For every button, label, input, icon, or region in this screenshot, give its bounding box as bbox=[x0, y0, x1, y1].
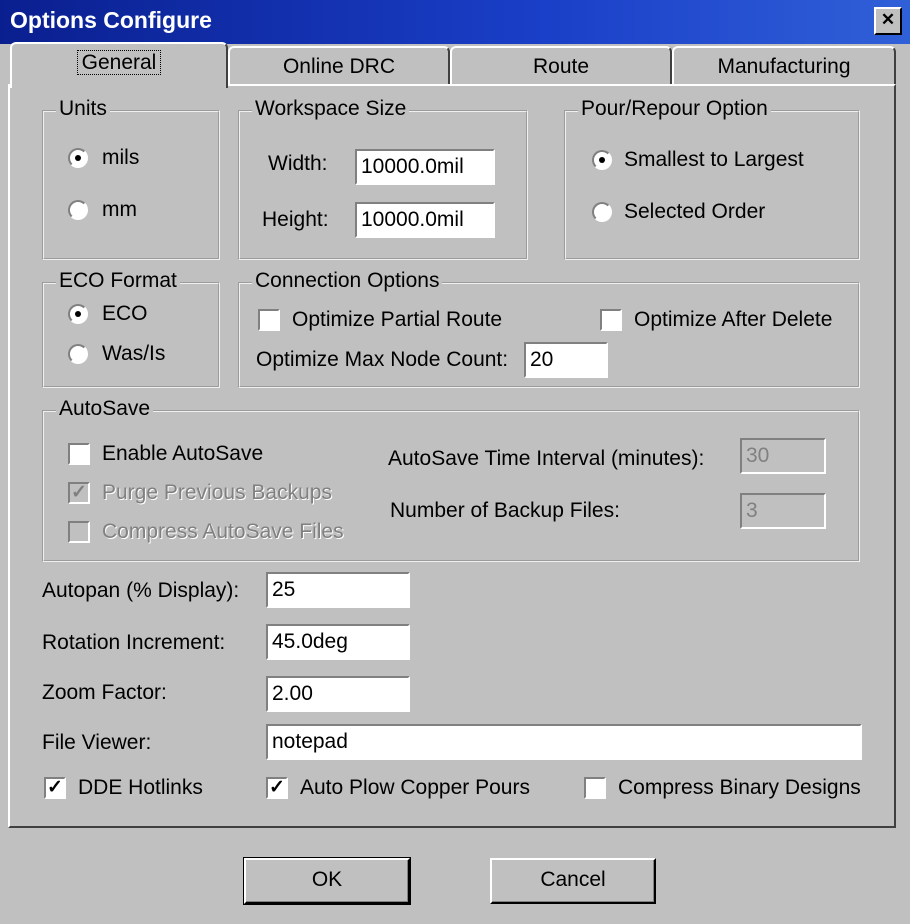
compress-binary-checkbox[interactable] bbox=[584, 777, 606, 799]
units-group bbox=[42, 110, 220, 260]
eco-wasis-label: Was/Is bbox=[102, 342, 166, 365]
auto-plow-checkbox[interactable]: ✓ bbox=[266, 777, 288, 799]
autosave-group-title: AutoSave bbox=[56, 397, 154, 421]
check-icon: ✓ bbox=[47, 777, 63, 798]
rotation-increment-input[interactable]: 45.0deg bbox=[266, 624, 410, 660]
compress-autosave-checkbox[interactable] bbox=[68, 521, 90, 543]
eco-eco-radio[interactable] bbox=[68, 304, 88, 324]
pour-selected-radio[interactable] bbox=[592, 202, 612, 222]
auto-plow-label: Auto Plow Copper Pours bbox=[300, 776, 530, 799]
optimize-after-delete-label: Optimize After Delete bbox=[634, 308, 833, 331]
cancel-button[interactable]: Cancel bbox=[490, 858, 656, 904]
autosave-interval-label: AutoSave Time Interval (minutes): bbox=[388, 447, 705, 470]
rotation-increment-label: Rotation Increment: bbox=[42, 631, 226, 654]
pour-smallest-label: Smallest to Largest bbox=[624, 148, 804, 171]
ok-button[interactable]: OK bbox=[243, 857, 411, 905]
max-node-count-input[interactable]: 20 bbox=[524, 342, 608, 378]
tab-online-drc[interactable]: Online DRC bbox=[228, 46, 450, 86]
workspace-group-title: Workspace Size bbox=[252, 97, 410, 121]
pour-group-title: Pour/Repour Option bbox=[578, 97, 771, 121]
title-bar[interactable]: Options Configure ✕ bbox=[0, 0, 910, 44]
compress-autosave-label: Compress AutoSave Files bbox=[102, 520, 344, 543]
eco-wasis-radio[interactable] bbox=[68, 344, 88, 364]
dde-hotlinks-label: DDE Hotlinks bbox=[78, 776, 203, 799]
purge-backups-checkbox[interactable]: ✓ bbox=[68, 482, 90, 504]
close-button[interactable]: ✕ bbox=[874, 7, 902, 35]
compress-binary-label: Compress Binary Designs bbox=[618, 776, 861, 799]
tab-online-drc-label: Online DRC bbox=[282, 55, 396, 78]
units-mm-radio[interactable] bbox=[68, 200, 88, 220]
optimize-partial-route-checkbox[interactable] bbox=[258, 309, 280, 331]
units-group-title: Units bbox=[56, 97, 110, 121]
pour-group bbox=[564, 110, 860, 260]
height-label: Height: bbox=[262, 208, 329, 231]
backup-files-label: Number of Backup Files: bbox=[390, 499, 620, 522]
optimize-partial-route-label: Optimize Partial Route bbox=[292, 308, 503, 331]
enable-autosave-checkbox[interactable] bbox=[68, 443, 90, 465]
tab-route-label: Route bbox=[532, 55, 590, 78]
width-label: Width: bbox=[268, 152, 328, 175]
zoom-factor-input[interactable]: 2.00 bbox=[266, 676, 410, 712]
eco-group bbox=[42, 282, 220, 388]
backup-files-input[interactable]: 3 bbox=[740, 493, 826, 529]
units-mils-label: mils bbox=[102, 146, 140, 169]
check-icon: ✓ bbox=[269, 777, 285, 798]
optimize-after-delete-checkbox[interactable] bbox=[600, 309, 622, 331]
tab-manufacturing[interactable]: Manufacturing bbox=[672, 46, 896, 86]
tab-general-label: General bbox=[76, 50, 162, 75]
connection-group-title: Connection Options bbox=[252, 269, 443, 293]
pour-selected-label: Selected Order bbox=[624, 200, 766, 223]
tab-general[interactable]: General bbox=[10, 42, 228, 88]
tab-manufacturing-label: Manufacturing bbox=[717, 55, 851, 78]
file-viewer-label: File Viewer: bbox=[42, 731, 152, 754]
file-viewer-input[interactable]: notepad bbox=[266, 724, 862, 760]
eco-group-title: ECO Format bbox=[56, 269, 180, 293]
units-mils-radio[interactable] bbox=[68, 148, 88, 168]
eco-eco-label: ECO bbox=[102, 302, 148, 325]
autopan-label: Autopan (% Display): bbox=[42, 579, 240, 602]
enable-autosave-label: Enable AutoSave bbox=[102, 442, 264, 465]
height-input[interactable]: 10000.0mil bbox=[355, 202, 495, 238]
units-mm-label: mm bbox=[102, 198, 137, 221]
autopan-input[interactable]: 25 bbox=[266, 572, 410, 608]
window-title: Options Configure bbox=[10, 7, 212, 33]
zoom-factor-label: Zoom Factor: bbox=[42, 681, 167, 704]
close-icon: ✕ bbox=[880, 10, 896, 29]
width-input[interactable]: 10000.0mil bbox=[355, 149, 495, 185]
dde-hotlinks-checkbox[interactable]: ✓ bbox=[44, 777, 66, 799]
tab-route[interactable]: Route bbox=[450, 46, 672, 86]
pour-smallest-radio[interactable] bbox=[592, 150, 612, 170]
autosave-interval-input[interactable]: 30 bbox=[740, 438, 826, 474]
purge-backups-label: Purge Previous Backups bbox=[102, 481, 332, 504]
check-icon: ✓ bbox=[71, 482, 87, 503]
max-node-count-label: Optimize Max Node Count: bbox=[256, 348, 509, 371]
